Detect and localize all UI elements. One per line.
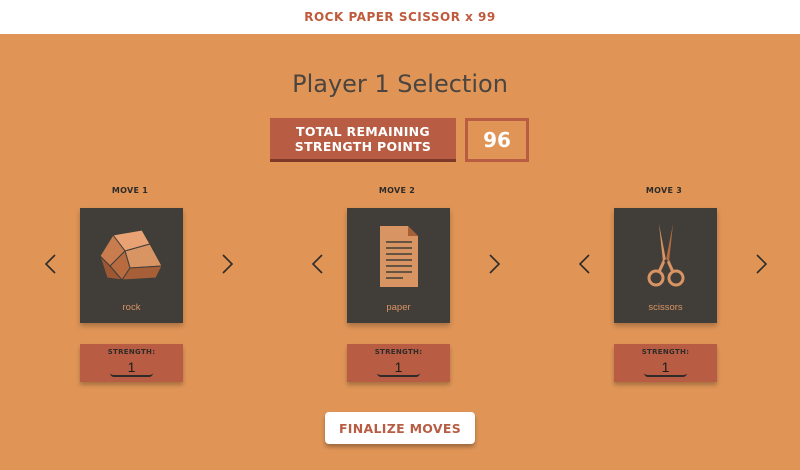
move-3-choice-label: scissors xyxy=(648,302,683,313)
move-2-prev-arrow-icon[interactable] xyxy=(309,252,327,276)
remaining-points-value: 96 xyxy=(465,118,529,162)
move-2-strength-box: STRENGTH: 1 xyxy=(347,344,450,382)
app-title: ROCK PAPER SCISSOR x 99 xyxy=(304,10,496,24)
move-2-label: MOVE 2 xyxy=(378,186,416,195)
move-3-strength-input[interactable]: 1 xyxy=(644,357,687,377)
move-1-card: rock xyxy=(80,208,183,323)
move-3-next-arrow-icon[interactable] xyxy=(752,252,770,276)
move-3-prev-arrow-icon[interactable] xyxy=(576,252,594,276)
move-2-choice-label: paper xyxy=(386,302,411,313)
move-3-card: scissors xyxy=(614,208,717,323)
move-1-next-arrow-icon[interactable] xyxy=(218,252,236,276)
move-2-strength-input[interactable]: 1 xyxy=(377,357,420,377)
move-2-strength-label: STRENGTH: xyxy=(374,348,423,356)
move-3-strength-label: STRENGTH: xyxy=(641,348,690,356)
top-bar: ROCK PAPER SCISSOR x 99 xyxy=(0,0,800,34)
move-1-strength-input[interactable]: 1 xyxy=(110,357,153,377)
remaining-points-label-line2: STRENGTH POINTS xyxy=(294,138,432,154)
move-2-card: paper xyxy=(347,208,450,323)
move-2-column: MOVE 2 paper STRENGTH: 1 xyxy=(297,186,501,386)
move-3-strength-box: STRENGTH: 1 xyxy=(614,344,717,382)
move-1-strength-box: STRENGTH: 1 xyxy=(80,344,183,382)
remaining-points-label-line1: TOTAL REMAINING xyxy=(296,123,430,139)
move-1-column: MOVE 1 rock STRENGTH: 1 xyxy=(30,186,234,386)
move-3-column: MOVE 3 scissors STRENGTH: 1 xyxy=(564,186,768,386)
move-1-prev-arrow-icon[interactable] xyxy=(42,252,60,276)
finalize-moves-button[interactable]: FINALIZE MOVES xyxy=(325,412,475,444)
move-1-choice-label: rock xyxy=(122,302,141,313)
move-2-next-arrow-icon[interactable] xyxy=(485,252,503,276)
page-title: Player 1 Selection xyxy=(292,70,508,98)
move-1-strength-label: STRENGTH: xyxy=(107,348,156,356)
move-1-label: MOVE 1 xyxy=(111,186,149,195)
move-3-label: MOVE 3 xyxy=(645,186,683,195)
remaining-points-label: TOTAL REMAINING STRENGTH POINTS xyxy=(270,118,456,162)
